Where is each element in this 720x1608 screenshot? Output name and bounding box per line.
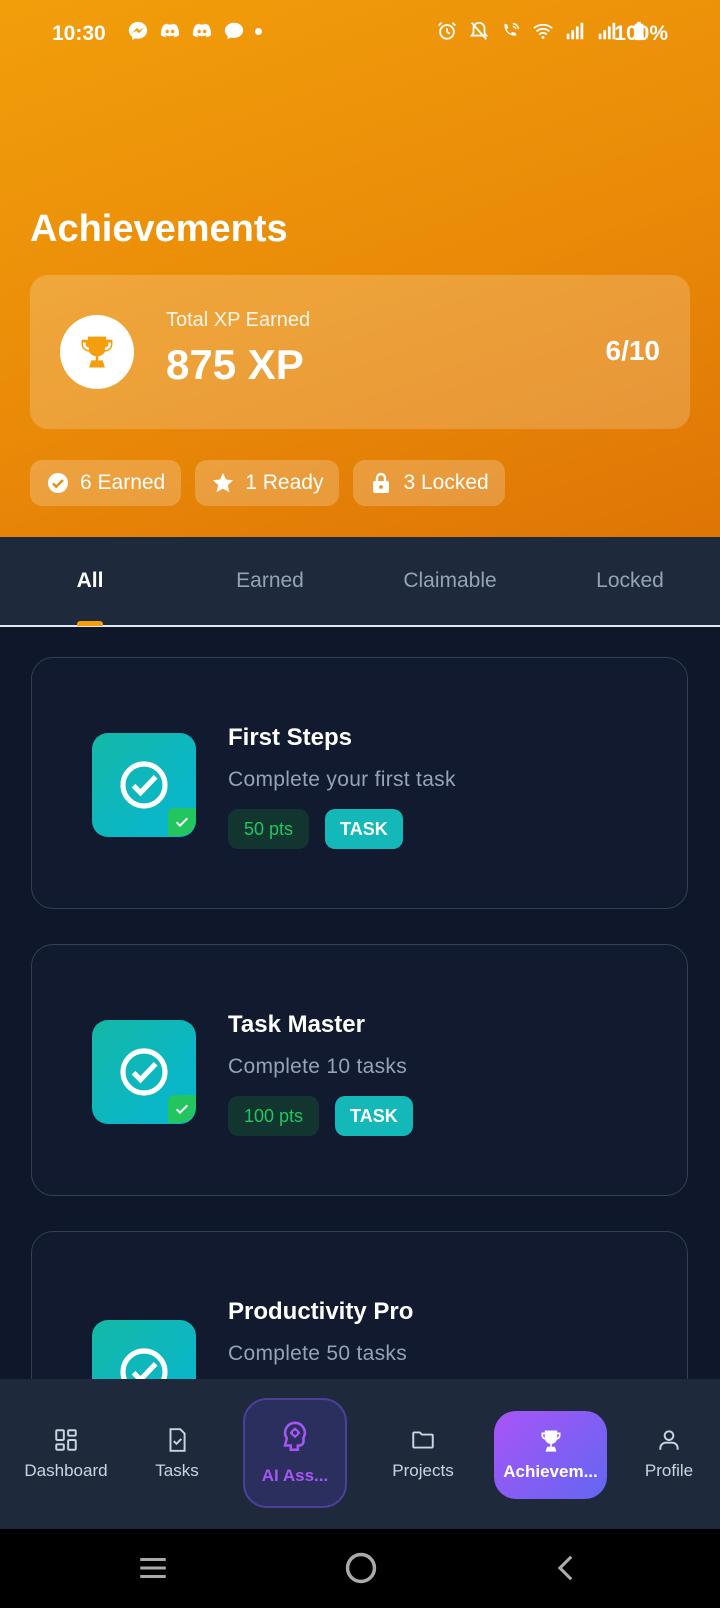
achievement-card[interactable]: Task Master Complete 10 tasks 100 pts TA…	[31, 944, 688, 1196]
locked-stat: 3 Locked	[353, 460, 505, 506]
check-circle-icon	[120, 1048, 168, 1096]
page-title: Achievements	[30, 208, 288, 250]
nav-ai-label: AI Ass...	[261, 1466, 329, 1485]
xp-value: 875 XP	[166, 341, 304, 388]
achievement-tags: 100 pts TASK	[228, 1096, 413, 1136]
more-notifications-dot	[255, 27, 262, 35]
nav-profile[interactable]: Profile	[624, 1379, 714, 1529]
locked-stat-label: 3 Locked	[403, 471, 489, 494]
ready-stat: 1 Ready	[195, 460, 340, 506]
nav-projects[interactable]: Projects	[373, 1379, 473, 1529]
achievement-title: First Steps	[228, 724, 353, 751]
achievement-list[interactable]: First Steps Complete your first task 50 …	[0, 627, 720, 1379]
achievement-progress: 6/10	[605, 335, 661, 366]
check-circle-icon	[48, 473, 68, 493]
battery-percent: 100%	[614, 22, 668, 45]
checkmark-icon	[175, 817, 189, 828]
xp-label: Total XP Earned	[166, 309, 311, 331]
achievement-stats: 6 Earned 1 Ready 3 Locked	[30, 460, 505, 506]
category-badge: TASK	[325, 809, 403, 849]
ready-stat-label: 1 Ready	[245, 471, 324, 494]
tab-claimable[interactable]: Claimable	[360, 537, 540, 625]
achievement-description: Complete your first task	[228, 768, 456, 791]
ai-brain-icon	[283, 1421, 307, 1452]
trophy-icon	[81, 336, 113, 368]
wifi-call-icon	[504, 22, 520, 36]
xp-summary-card: Total XP Earned 875 XP 6/10	[30, 275, 690, 429]
active-tab-indicator	[77, 621, 103, 626]
wifi-icon	[533, 23, 553, 39]
achievement-icon-tile	[92, 1320, 196, 1379]
check-circle-icon	[120, 761, 168, 809]
achievement-title: Task Master	[228, 1011, 365, 1038]
nav-profile-label: Profile	[644, 1461, 694, 1480]
nav-achievements-label: Achievem...	[503, 1462, 598, 1481]
lock-icon	[373, 472, 390, 493]
achievement-card[interactable]: Productivity Pro Complete 50 tasks	[31, 1231, 688, 1379]
checkmark-icon	[175, 1104, 189, 1115]
nav-dashboard[interactable]: Dashboard	[16, 1379, 116, 1529]
nav-ai-assistant[interactable]: AI Ass...	[243, 1398, 347, 1508]
messenger-icon	[128, 21, 148, 41]
achievements-header: 10:30 100% Achievements Total XP Earned …	[0, 0, 720, 537]
achievement-card[interactable]: First Steps Complete your first task 50 …	[31, 657, 688, 909]
tab-all[interactable]: All	[0, 537, 180, 625]
nav-projects-label: Projects	[392, 1461, 454, 1480]
mute-icon	[469, 21, 489, 40]
earned-stat-label: 6 Earned	[80, 471, 166, 494]
earned-stat: 6 Earned	[30, 460, 182, 506]
trophy-badge	[60, 315, 134, 389]
star-icon	[213, 473, 234, 493]
points-badge: 50 pts	[228, 809, 310, 849]
status-bar: 10:30 100%	[0, 0, 720, 70]
signal-icon	[566, 22, 584, 40]
achievement-tags: 50 pts TASK	[228, 809, 403, 849]
discord-icon	[160, 23, 180, 38]
notification-icons	[127, 20, 262, 42]
tasks-icon	[169, 1428, 186, 1452]
back-icon[interactable]	[550, 1551, 584, 1585]
folder-icon	[412, 1431, 434, 1449]
recent-apps-icon[interactable]	[136, 1551, 170, 1585]
tab-locked[interactable]: Locked	[540, 537, 720, 625]
trophy-icon	[540, 1430, 561, 1452]
nav-tasks[interactable]: Tasks	[137, 1379, 217, 1529]
nav-dashboard-label: Dashboard	[24, 1461, 108, 1480]
chat-bubble-icon	[224, 22, 244, 40]
nav-achievements[interactable]: Achievem...	[494, 1411, 607, 1499]
check-circle-icon	[120, 1348, 168, 1379]
home-icon[interactable]	[342, 1549, 380, 1587]
points-badge: 100 pts	[228, 1096, 320, 1136]
achievement-description: Complete 50 tasks	[228, 1342, 408, 1365]
discord-icon	[192, 23, 212, 38]
bottom-navigation: Dashboard Tasks AI Ass... Projects Achie…	[0, 1379, 720, 1529]
system-navigation-bar	[0, 1529, 720, 1608]
profile-icon	[659, 1430, 679, 1450]
achievement-title: Productivity Pro	[228, 1298, 414, 1325]
tab-earned[interactable]: Earned	[180, 537, 360, 625]
dashboard-icon	[55, 1429, 77, 1451]
filter-tabs: All Earned Claimable Locked	[0, 537, 720, 627]
achievement-description: Complete 10 tasks	[228, 1055, 408, 1078]
nav-tasks-label: Tasks	[155, 1461, 199, 1480]
status-time: 10:30	[52, 22, 106, 45]
category-badge: TASK	[335, 1096, 413, 1136]
alarm-icon	[438, 22, 456, 40]
